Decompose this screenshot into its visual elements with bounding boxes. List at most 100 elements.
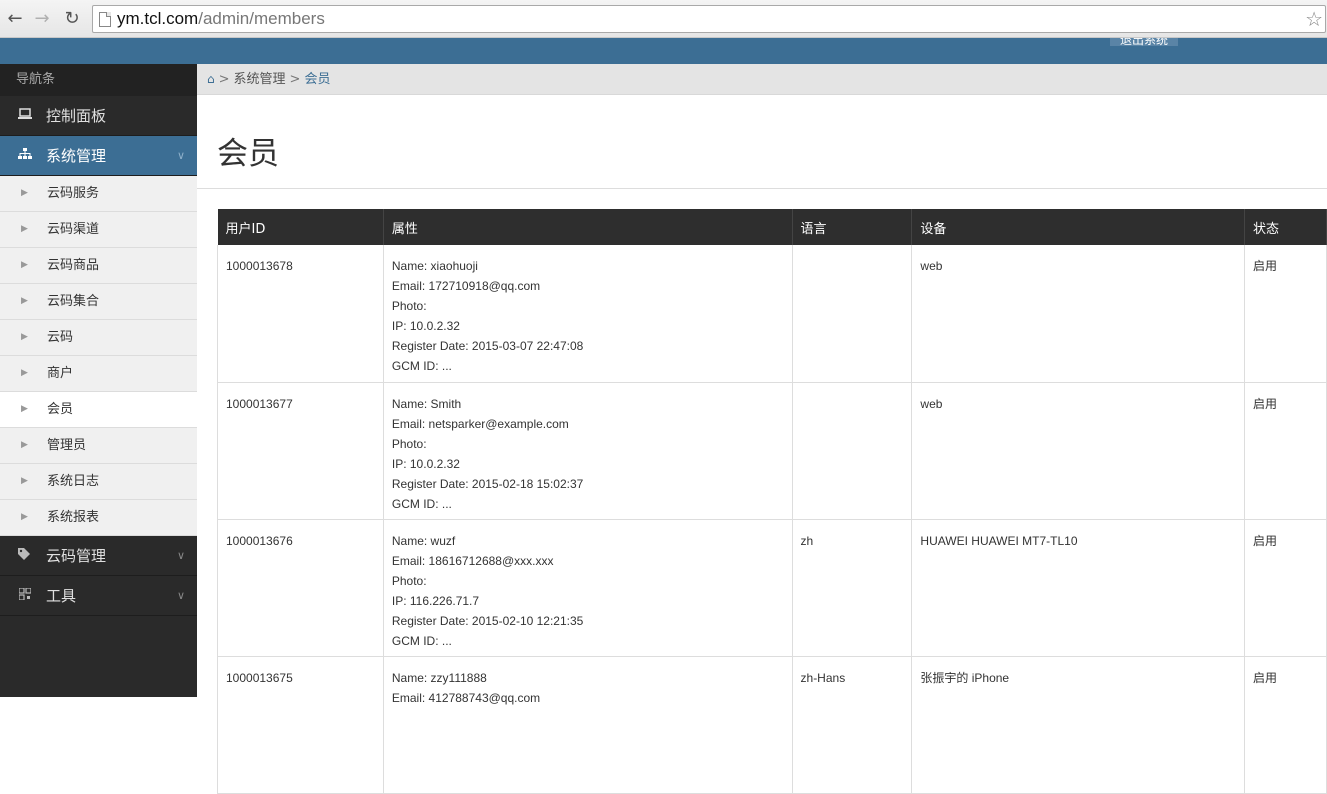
cell-attributes: Name: Smith Email: netsparker@example.co… <box>383 382 793 520</box>
attr-line: Name: wuzf <box>391 533 456 548</box>
cell-device: web <box>911 382 1246 520</box>
sidebar-subitem-label: 云码集合 <box>47 294 100 309</box>
cell-attributes: Name: wuzf Email: 18616712688@xxx.xxx Ph… <box>383 519 793 657</box>
cell-attributes: Name: zzy111888 Email: 412788743@qq.com <box>383 656 793 794</box>
sidebar-subitem-cloud-code-service[interactable]: ▶ 云码服务 <box>0 176 197 212</box>
qrcode-icon <box>16 576 34 616</box>
sidebar-item-label: 云码管理 <box>46 547 107 565</box>
cell-status: 启用 <box>1244 382 1327 520</box>
table-row: 1000013676 Name: wuzf Email: 18616712688… <box>217 519 1327 657</box>
attr-line: Email: 18616712688@xxx.xxx <box>391 553 554 568</box>
sidebar-subitem-label: 云码商品 <box>47 258 100 273</box>
breadcrumb-system-management[interactable]: 系统管理 <box>234 72 286 87</box>
caret-right-icon: ▶ <box>21 188 28 198</box>
sidebar-subitem-label: 云码服务 <box>47 186 100 201</box>
attr-line: Email: 172710918@qq.com <box>391 279 541 293</box>
sidebar-subitem-cloud-code[interactable]: ▶ 云码 <box>0 320 197 356</box>
sidebar-item-cloud-code-management[interactable]: 云码管理 ∨ <box>0 536 197 576</box>
sidebar-subitem-label: 管理员 <box>47 438 87 453</box>
sidebar-item-dashboard[interactable]: 控制面板 <box>0 96 197 136</box>
caret-right-icon: ▶ <box>21 476 28 486</box>
cell-device: 张振宇的 iPhone <box>911 656 1246 794</box>
sidebar-subitem-label: 商户 <box>47 366 74 381</box>
sidebar-subitem-members[interactable]: ▶ 会员 <box>0 392 197 428</box>
attr-line: Name: xiaohuoji <box>391 259 478 273</box>
table-row: 1000013678 Name: xiaohuoji Email: 172710… <box>217 245 1327 383</box>
column-header-attributes: 属性 <box>383 209 793 245</box>
chevron-down-icon: ∨ <box>176 149 185 162</box>
sidebar-subitem-label: 云码 <box>47 330 74 345</box>
sidebar-item-label: 控制面板 <box>46 107 107 125</box>
cell-language <box>792 382 913 520</box>
table-header-row: 用户ID 属性 语言 设备 状态 <box>217 209 1327 245</box>
system-submenu: ▶ 云码服务 ▶ 云码渠道 ▶ 云码商品 ▶ 云码集合 ▶ 云码 ▶ 商户 ▶ 会员 ▶ 管理员… <box>0 176 197 536</box>
sidebar-subitem-admins[interactable]: ▶ 管理员 <box>0 428 197 464</box>
attr-line: GCM ID: ... <box>391 496 452 511</box>
attr-line: Register Date: 2015-02-10 12:21:35 <box>391 613 584 628</box>
sidebar-item-tools[interactable]: 工具 ∨ <box>0 576 197 616</box>
column-header-status: 状态 <box>1244 209 1327 245</box>
attr-line: Register Date: 2015-03-07 22:47:08 <box>391 339 584 353</box>
title-divider <box>197 188 1327 189</box>
sidebar-item-label: 系统管理 <box>46 147 107 165</box>
attr-line: IP: 10.0.2.32 <box>391 319 460 333</box>
sidebar-subitem-cloud-code-channel[interactable]: ▶ 云码渠道 <box>0 212 197 248</box>
sidebar-subitem-system-report[interactable]: ▶ 系统报表 <box>0 500 197 536</box>
column-header-device: 设备 <box>911 209 1246 245</box>
forward-arrow-icon[interactable]: → <box>31 8 53 30</box>
cell-user-id: 1000013678 <box>217 245 384 383</box>
url-path: /admin/members <box>198 9 325 28</box>
tags-icon <box>16 536 34 576</box>
cell-user-id: 1000013675 <box>217 656 384 794</box>
caret-right-icon: ▶ <box>21 404 28 414</box>
caret-right-icon: ▶ <box>21 224 28 234</box>
chevron-down-icon: ∨ <box>176 549 185 562</box>
reload-icon[interactable]: ↻ <box>61 8 83 30</box>
attr-line: Register Date: 2015-02-18 15:02:37 <box>391 476 584 491</box>
caret-right-icon: ▶ <box>21 440 28 450</box>
cell-language <box>792 245 913 383</box>
attr-line: IP: 116.226.71.7 <box>391 593 480 608</box>
attr-line: Name: Smith <box>391 396 462 411</box>
caret-right-icon: ▶ <box>21 260 28 270</box>
attr-line: Photo: <box>391 299 427 313</box>
sidebar-subitem-merchant[interactable]: ▶ 商户 <box>0 356 197 392</box>
url-domain: ym.tcl.com <box>117 9 199 28</box>
sidebar-subitem-system-log[interactable]: ▶ 系统日志 <box>0 464 197 500</box>
cell-status: 启用 <box>1244 519 1327 657</box>
sidebar-title: 导航条 <box>0 64 197 96</box>
attr-line: IP: 10.0.2.32 <box>391 456 460 471</box>
breadcrumb-members[interactable]: 会员 <box>304 72 330 87</box>
cell-user-id: 1000013677 <box>217 382 384 520</box>
sidebar-subitem-cloud-code-set[interactable]: ▶ 云码集合 <box>0 284 197 320</box>
cell-device: web <box>911 245 1246 383</box>
caret-right-icon: ▶ <box>21 368 28 378</box>
attr-line: Photo: <box>391 573 427 588</box>
address-bar[interactable]: ym.tcl.com/admin/members ☆ <box>92 5 1326 33</box>
bookmark-star-icon[interactable]: ☆ <box>1305 7 1323 31</box>
home-icon[interactable]: ⌂ <box>207 72 215 86</box>
cell-status: 启用 <box>1244 245 1327 383</box>
breadcrumb: ⌂ > 系统管理 > 会员 <box>197 64 1327 95</box>
sidebar-subitem-label: 会员 <box>47 402 74 417</box>
caret-right-icon: ▶ <box>21 296 28 306</box>
cell-language: zh <box>792 519 913 657</box>
cell-status: 启用 <box>1244 656 1327 794</box>
attr-line: Photo: <box>391 436 427 451</box>
attr-line: Email: 412788743@qq.com <box>391 690 541 705</box>
back-arrow-icon[interactable]: ← <box>4 8 26 30</box>
app-header: 退出系统 <box>0 38 1327 64</box>
url-text[interactable]: ym.tcl.com/admin/members <box>117 9 325 29</box>
chevron-down-icon: ∨ <box>176 589 185 602</box>
sidebar-subitem-cloud-code-product[interactable]: ▶ 云码商品 <box>0 248 197 284</box>
page-icon <box>99 12 111 27</box>
laptop-icon <box>16 96 34 136</box>
table-row: 1000013675 Name: zzy111888 Email: 412788… <box>217 656 1327 794</box>
breadcrumb-separator: > <box>289 72 301 87</box>
sidebar-subitem-label: 云码渠道 <box>47 222 100 237</box>
sidebar: 导航条 控制面板 系统管理 ∨ ▶ 云码服务 ▶ 云码渠道 ▶ 云码商品 ▶ 云码集合 … <box>0 64 197 697</box>
members-table: 用户ID 属性 语言 设备 状态 1000013678 Name: xiaohu… <box>217 209 1327 794</box>
sidebar-item-system-management[interactable]: 系统管理 ∨ <box>0 136 197 176</box>
attr-line: GCM ID: ... <box>391 359 452 373</box>
logout-button[interactable]: 退出系统 <box>1110 38 1178 46</box>
